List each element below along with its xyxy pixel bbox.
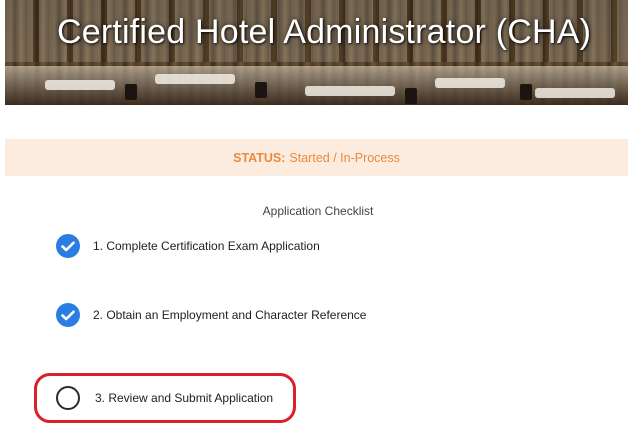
- checklist-item-label: 3. Review and Submit Application: [95, 391, 274, 405]
- status-label: STATUS:: [233, 150, 286, 165]
- page-title: Certified Hotel Administrator (CHA): [57, 13, 592, 51]
- checklist-item-label: 2. Obtain an Employment and Character Re…: [93, 308, 367, 322]
- check-circle-icon: [56, 234, 80, 258]
- checklist-item-reference[interactable]: 2. Obtain an Employment and Character Re…: [56, 302, 366, 328]
- checklist-item-exam-application[interactable]: 1. Complete Certification Exam Applicati…: [56, 233, 320, 259]
- status-banner: STATUS: Started / In-Process: [5, 139, 628, 176]
- hero-banner: Certified Hotel Administrator (CHA): [5, 0, 628, 105]
- checklist-item-submit-application[interactable]: 3. Review and Submit Application: [56, 385, 273, 411]
- checklist-title: Application Checklist: [262, 204, 374, 218]
- checklist-item-label: 1. Complete Certification Exam Applicati…: [93, 239, 320, 253]
- status-value: Started / In-Process: [289, 150, 400, 165]
- empty-circle-icon: [56, 386, 80, 410]
- check-circle-icon: [56, 303, 80, 327]
